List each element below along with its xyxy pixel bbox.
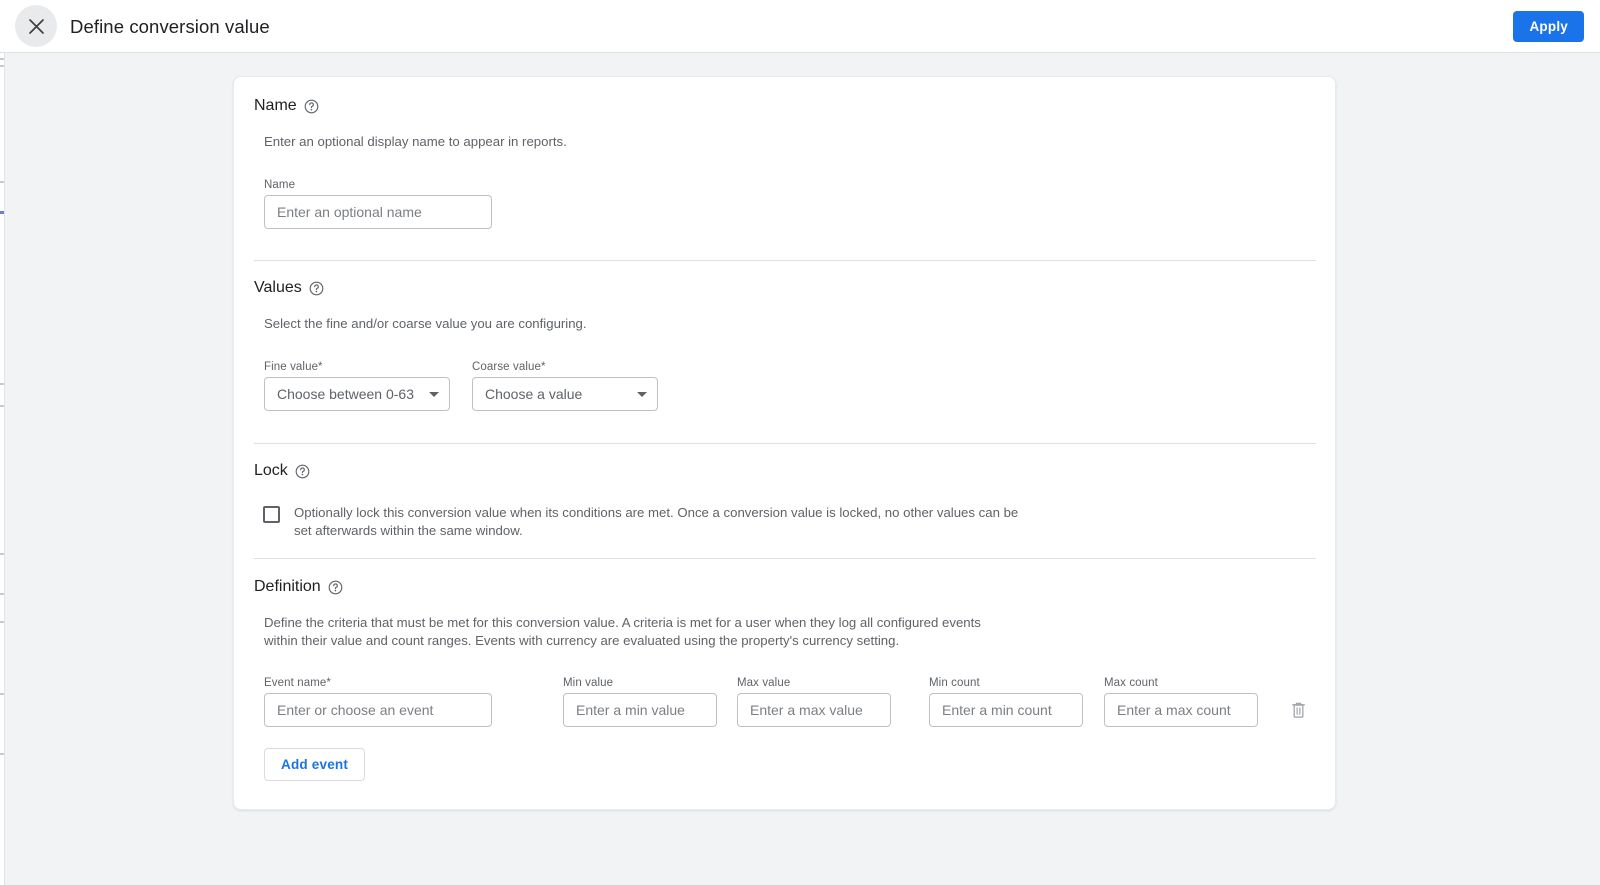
lock-description-line2: set afterwards within the same window. [294,523,523,538]
conversion-value-card: Name Enter an optional display name to a… [233,76,1336,810]
min-value-input[interactable] [563,693,717,727]
section-values-description: Select the fine and/or coarse value you … [264,316,587,331]
definition-description-line2: within their value and count ranges. Eve… [264,633,900,648]
close-icon [28,18,44,34]
section-lock-label: Lock [254,462,288,479]
trash-icon [1291,702,1305,718]
section-definition-title: Definition [254,578,1337,596]
section-lock-title: Lock [254,462,1337,480]
divider-1 [254,260,1316,261]
fine-value-select[interactable]: Choose between 0-63 [264,377,450,411]
section-name-label: Name [254,97,297,114]
min-count-input[interactable] [929,693,1083,727]
fine-value-label: Fine value* [264,361,323,373]
section-lock: Lock Optionally lock this conversion val… [234,462,1337,540]
divider-2 [254,443,1316,444]
delete-event-button[interactable] [1286,698,1310,722]
dialog-header: Define conversion value Apply [0,0,1600,53]
definition-description-line1: Define the criteria that must be met for… [264,615,981,630]
max-count-label: Max count [1104,677,1158,689]
close-button[interactable] [15,5,57,47]
background-page-edge [0,53,5,885]
help-circle-icon[interactable] [309,281,324,296]
page-title: Define conversion value [70,15,270,37]
section-name-title: Name [254,97,1337,115]
section-definition-label: Definition [254,578,321,595]
lock-checkbox[interactable] [263,506,280,523]
section-values-title: Values [254,279,1337,297]
fine-value-selected: Choose between 0-63 [277,386,414,402]
chevron-down-icon [637,391,647,397]
help-circle-icon[interactable] [295,464,310,479]
coarse-value-selected: Choose a value [485,386,583,402]
lock-description-line1: Optionally lock this conversion value wh… [294,505,1019,520]
chevron-down-icon [429,391,439,397]
section-name: Name Enter an optional display name to a… [234,97,1337,229]
max-count-input[interactable] [1104,693,1258,727]
help-circle-icon[interactable] [328,580,343,595]
event-name-input[interactable] [264,693,492,727]
help-circle-icon[interactable] [304,99,319,114]
name-input[interactable] [264,195,492,229]
section-values: Values Select the fine and/or coarse val… [234,279,1337,411]
screen-root: Define conversion value Apply Name Enter… [0,0,1600,885]
section-name-description: Enter an optional display name to appear… [264,134,567,149]
coarse-value-select[interactable]: Choose a value [472,377,658,411]
section-values-label: Values [254,279,302,296]
name-field-label: Name [264,179,296,191]
divider-3 [254,558,1316,559]
min-count-label: Min count [929,677,980,689]
add-event-button[interactable]: Add event [264,748,366,781]
max-value-label: Max value [737,677,791,689]
event-name-label: Event name* [264,677,331,689]
min-value-label: Min value [563,677,614,689]
section-definition: Definition Define the criteria that must… [234,578,1337,781]
max-value-input[interactable] [737,693,891,727]
coarse-value-label: Coarse value* [472,361,546,373]
apply-button[interactable]: Apply [1513,11,1584,42]
